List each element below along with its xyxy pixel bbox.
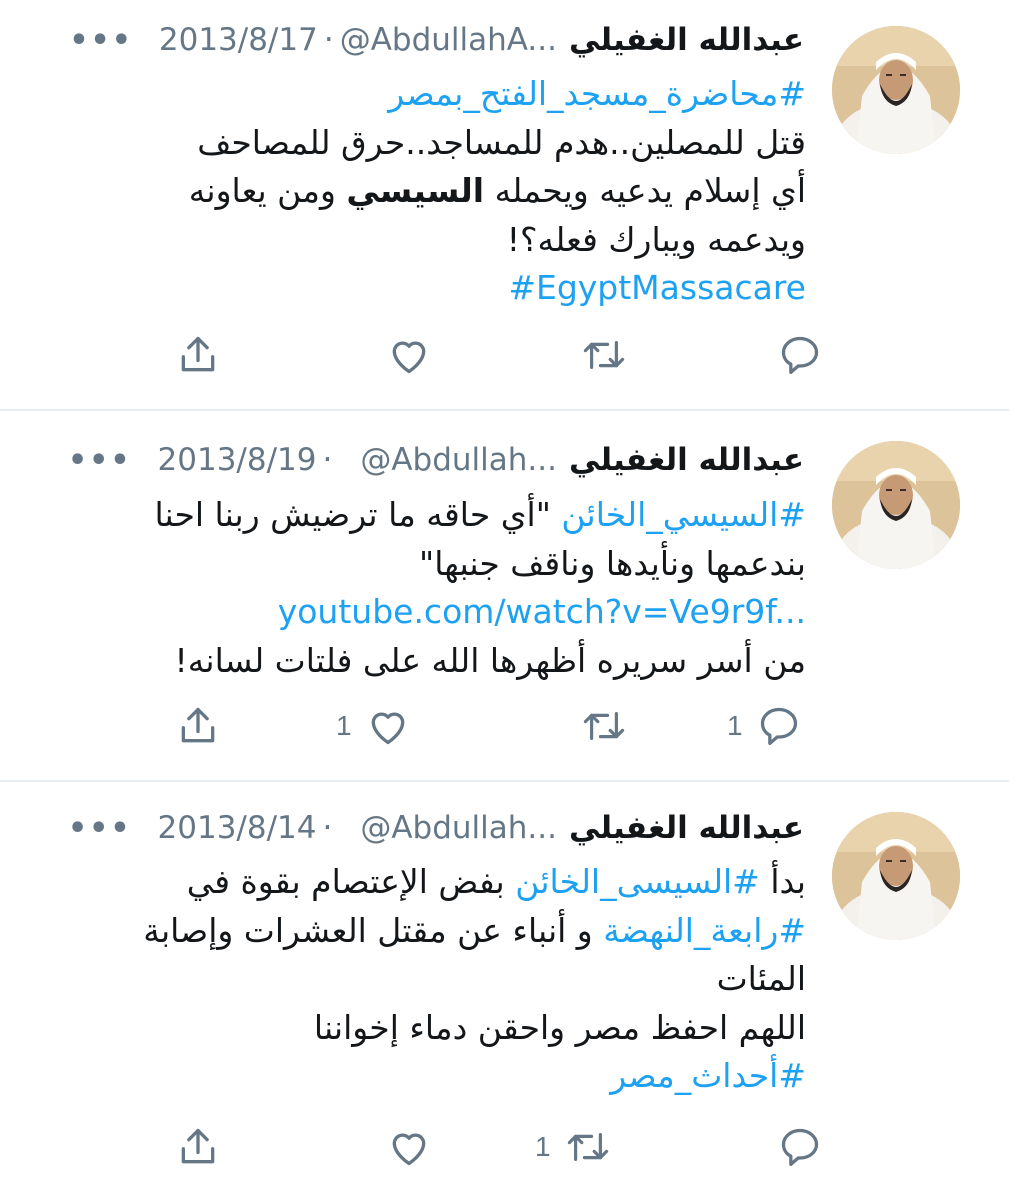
tweet-line: قتل للمصلين..هدم للمساجد..حرق للمصاحف [197, 122, 806, 162]
like-button[interactable] [373, 1122, 431, 1172]
reply-button[interactable]: 1 [727, 701, 801, 751]
tweet-text: بدأ #السيسى_الخائن بفض الإعتصام بقوة في … [46, 858, 806, 1101]
retweet-icon [567, 1133, 608, 1161]
reply-icon [760, 707, 797, 746]
tweet-text-part: بفض الإعتصام بقوة في [186, 862, 516, 901]
retweet-count: 1 [535, 1131, 551, 1162]
user-name[interactable]: عبدالله الغفيلي [569, 442, 804, 478]
tweet-actions [0, 330, 1009, 380]
more-icon[interactable]: ••• [68, 811, 132, 846]
tweet-line: بدأ #السيسى_الخائن بفض الإعتصام بقوة في [46, 858, 806, 907]
reply-button[interactable] [764, 330, 822, 380]
tweet-line: اللهم احفظ مصر واحقن دماء إخواننا [313, 1007, 806, 1047]
separator: · [323, 22, 334, 58]
tweet-date[interactable]: 2013/8/17 [159, 22, 318, 58]
retweet-icon [583, 712, 625, 740]
tweet-line: من أسر سريره أظهرها الله على فلتات لسانه… [174, 640, 807, 680]
heart-icon [392, 341, 426, 374]
tweet-line: أي إسلام يدعيه ويحمله السيسي ومن يعاونه [46, 167, 806, 216]
tweet[interactable]: ••• 2013/8/14 · @Abdullah... عبدالله الغ… [0, 782, 1009, 1200]
tweet-line: بندعمها ونأيدها وناقف جنبها" [419, 543, 806, 583]
tweet-date[interactable]: 2013/8/19 [158, 442, 317, 478]
like-button[interactable] [373, 330, 431, 380]
url-link[interactable]: youtube.com/watch?v=Ve9r9f... [46, 588, 806, 637]
user-handle[interactable]: @AbdullahA... [340, 22, 557, 58]
tweet-date[interactable]: 2013/8/14 [158, 810, 317, 846]
avatar[interactable] [832, 441, 960, 569]
reply-icon [781, 336, 819, 375]
tweet-actions: 1 1 [0, 701, 1009, 751]
retweet-button[interactable]: 1 [535, 1122, 611, 1172]
tweet[interactable]: ••• 2013/8/19 · @Abdullah... عبدالله الغ… [0, 411, 1009, 781]
more-icon[interactable]: ••• [68, 443, 132, 478]
avatar[interactable] [832, 26, 960, 154]
hashtag-link[interactable]: #السيسي_الخائن [561, 495, 806, 534]
like-button[interactable]: 1 [336, 701, 410, 751]
hashtag-link[interactable]: #EgyptMassacare [46, 264, 806, 313]
hashtag-link[interactable]: #رابعة_النهضة [603, 911, 806, 950]
tweet-header: ••• 2013/8/14 · @Abdullah... عبدالله الغ… [68, 804, 804, 852]
hashtag-link[interactable]: #السيسى_الخائن [515, 862, 760, 901]
separator: · [322, 442, 333, 478]
avatar[interactable] [832, 812, 960, 940]
tweet[interactable]: ••• 2013/8/17 · @AbdullahA... عبدالله ال… [0, 0, 1009, 410]
tweet-text-part: أي إسلام يدعيه ويحمله [484, 171, 806, 210]
share-button[interactable] [176, 330, 220, 380]
more-icon[interactable]: ••• [69, 23, 133, 58]
highlighted-word: السيسي [346, 171, 485, 210]
user-name[interactable]: عبدالله الغفيلي [569, 810, 804, 846]
user-name[interactable]: عبدالله الغفيلي [569, 22, 804, 58]
tweet-line: #السيسي_الخائن "أي حاقه ما ترضيش ربنا اح… [46, 491, 806, 540]
share-icon [181, 336, 215, 372]
tweet-header: ••• 2013/8/17 · @AbdullahA... عبدالله ال… [69, 16, 804, 64]
heart-icon [371, 712, 404, 745]
retweet-icon [583, 341, 625, 369]
tweet-header: ••• 2013/8/19 · @Abdullah... عبدالله الغ… [68, 436, 804, 484]
heart-icon [392, 1133, 426, 1166]
tweet-text: #السيسي_الخائن "أي حاقه ما ترضيش ربنا اح… [46, 491, 806, 685]
hashtag-link[interactable]: #محاضرة_مسجد_الفتح_بمصر [46, 70, 806, 119]
reply-icon [781, 1128, 819, 1167]
tweet-line: ويدعمه ويبارك فعله؟! [506, 219, 806, 259]
share-button[interactable] [176, 1122, 220, 1172]
like-count: 1 [336, 710, 352, 741]
share-icon [181, 707, 215, 743]
retweet-button[interactable] [567, 701, 627, 751]
user-handle[interactable]: @Abdullah... [360, 442, 557, 478]
tweet-line: المئات [716, 959, 806, 998]
share-button[interactable] [176, 701, 220, 751]
tweet-text-part: و أنباء عن مقتل العشرات وإصابة [143, 910, 604, 950]
tweet-line: #رابعة_النهضة و أنباء عن مقتل العشرات وإ… [46, 907, 806, 956]
tweet-text-part: "أي حاقه ما ترضيش ربنا احنا [154, 495, 562, 534]
tweet-actions: 1 [0, 1122, 1009, 1172]
tweet-text-part: ومن يعاونه [188, 171, 347, 210]
retweet-button[interactable] [567, 330, 627, 380]
hashtag-link[interactable]: #أحداث_مصر [46, 1052, 806, 1101]
share-icon [181, 1128, 215, 1164]
reply-count: 1 [727, 710, 743, 741]
user-handle[interactable]: @Abdullah... [360, 810, 557, 846]
tweet-text: #محاضرة_مسجد_الفتح_بمصر قتل للمصلين..هدم… [46, 70, 806, 313]
reply-button[interactable] [764, 1122, 822, 1172]
separator: · [322, 810, 333, 846]
tweet-text-part: بدأ [759, 862, 806, 901]
